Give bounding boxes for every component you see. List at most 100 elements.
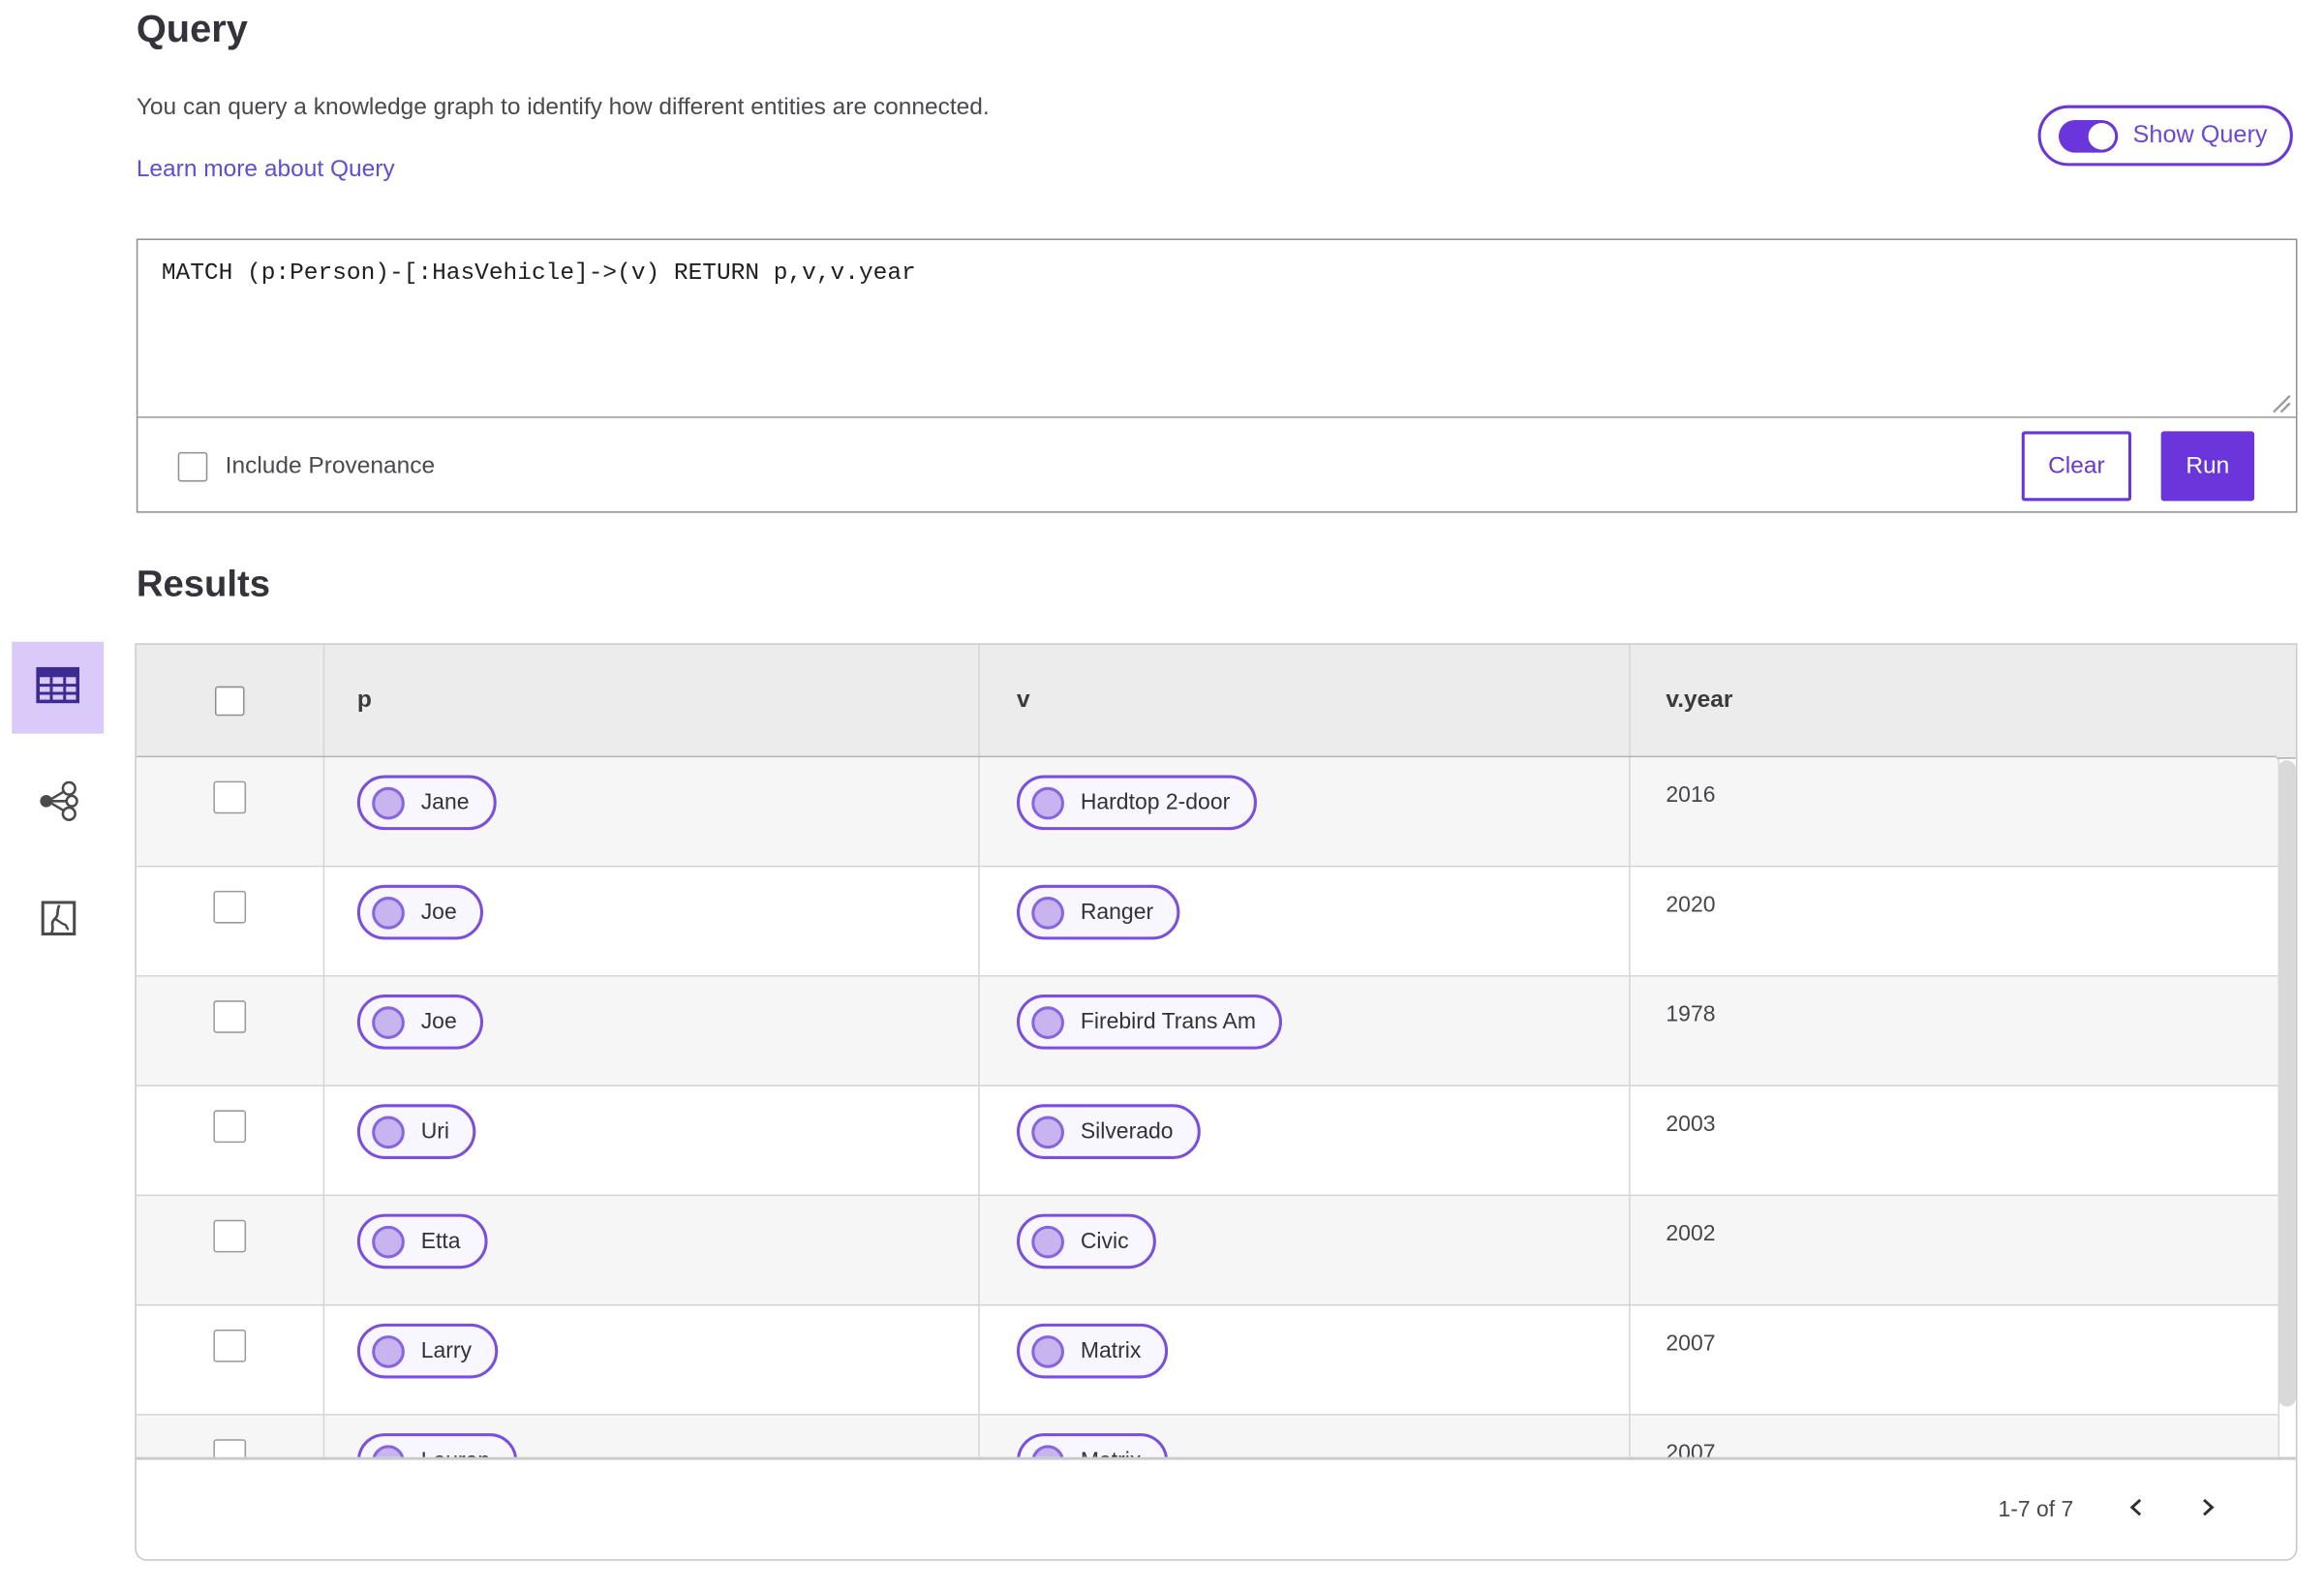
node-icon	[372, 785, 405, 819]
node-icon	[1031, 1005, 1064, 1039]
include-provenance-checkbox[interactable]	[177, 451, 208, 481]
node-icon	[1031, 896, 1064, 929]
node-icon	[1031, 1334, 1064, 1367]
results-footer: 1-7 of 7	[135, 1458, 2298, 1561]
entity-pill-person[interactable]: Larry	[356, 1323, 499, 1379]
toggle-knob	[2088, 122, 2116, 149]
row-cell-p: Lauren	[324, 1415, 980, 1457]
page-description: You can query a knowledge graph to ident…	[136, 94, 990, 120]
entity-pill-person[interactable]: Etta	[356, 1213, 488, 1270]
query-editor-area: MATCH (p:Person)-[:HasVehicle]->(v) RETU…	[138, 239, 2296, 418]
query-textarea[interactable]: MATCH (p:Person)-[:HasVehicle]->(v) RETU…	[138, 239, 2296, 417]
show-query-label: Show Query	[2132, 121, 2268, 149]
row-select-cell	[137, 1415, 325, 1457]
row-cell-p: Joe	[324, 867, 980, 976]
row-cell-v-year: 2020	[1631, 867, 2280, 976]
chevron-right-icon	[2195, 1495, 2218, 1523]
column-header-p: p	[324, 644, 980, 756]
row-select-cell	[137, 976, 325, 1086]
table-row: Lauren Matrix 2007	[136, 1415, 2280, 1457]
row-checkbox[interactable]	[213, 890, 247, 924]
table-icon	[36, 664, 80, 710]
map-icon	[40, 900, 76, 944]
results-title: Results	[136, 563, 271, 605]
graph-view-button[interactable]	[12, 759, 104, 851]
row-cell-p: Larry	[324, 1305, 980, 1415]
scrollbar-header-cap	[2277, 644, 2296, 759]
entity-pill-person[interactable]: Lauren	[356, 1433, 517, 1457]
previous-page-button[interactable]	[2120, 1492, 2156, 1528]
node-icon	[1031, 1115, 1064, 1148]
row-cell-v-year: 2007	[1631, 1305, 2280, 1415]
row-checkbox[interactable]	[213, 780, 247, 814]
map-view-button[interactable]	[12, 876, 104, 968]
node-icon	[372, 896, 405, 929]
node-icon	[1031, 1444, 1064, 1457]
entity-pill-vehicle[interactable]: Matrix	[1016, 1433, 1168, 1457]
entity-pill-person[interactable]: Jane	[356, 775, 497, 831]
node-icon	[372, 1444, 405, 1457]
row-cell-v-year: 2003	[1631, 1086, 2280, 1195]
table-row: Uri Silverado 2003	[136, 1086, 2280, 1197]
row-cell-v: Firebird Trans Am	[980, 976, 1631, 1086]
row-select-cell	[137, 757, 325, 866]
node-icon	[372, 1115, 405, 1148]
column-header-v: v	[980, 644, 1631, 756]
row-select-cell	[137, 1305, 325, 1415]
row-checkbox[interactable]	[213, 1110, 247, 1144]
pagination-range: 1-7 of 7	[1998, 1496, 2074, 1522]
row-cell-v-year: 2002	[1631, 1196, 2280, 1304]
row-cell-v: Matrix	[980, 1305, 1631, 1415]
entity-pill-vehicle[interactable]: Ranger	[1016, 884, 1180, 940]
page: Query You can query a knowledge graph to…	[0, 0, 2324, 1591]
table-scrollbar-track	[2277, 644, 2296, 1457]
query-panel: MATCH (p:Person)-[:HasVehicle]->(v) RETU…	[136, 238, 2298, 513]
row-cell-v-year: 1978	[1631, 976, 2280, 1086]
select-all-checkbox[interactable]	[214, 685, 245, 716]
row-cell-v-year: 2007	[1631, 1415, 2280, 1457]
entity-pill-vehicle[interactable]: Silverado	[1016, 1104, 1201, 1159]
table-header-row: p v v.year	[136, 644, 2280, 758]
entity-pill-vehicle[interactable]: Civic	[1016, 1213, 1156, 1270]
row-cell-v: Civic	[980, 1196, 1631, 1304]
row-checkbox[interactable]	[213, 1329, 247, 1362]
run-button[interactable]: Run	[2160, 431, 2255, 502]
row-cell-v: Ranger	[980, 867, 1631, 976]
show-query-toggle[interactable]: Show Query	[2037, 105, 2293, 167]
resize-grip-icon[interactable]	[2271, 393, 2291, 413]
entity-pill-person[interactable]: Joe	[356, 994, 484, 1050]
include-provenance-label: Include Provenance	[225, 452, 436, 478]
row-select-cell	[137, 1196, 325, 1304]
entity-pill-vehicle[interactable]: Hardtop 2-door	[1016, 775, 1257, 831]
table-view-button[interactable]	[12, 641, 105, 734]
entity-pill-person[interactable]: Joe	[356, 884, 484, 940]
row-cell-p: Joe	[324, 976, 980, 1086]
page-title: Query	[136, 6, 248, 51]
entity-pill-vehicle[interactable]: Matrix	[1016, 1323, 1168, 1379]
row-cell-v: Matrix	[980, 1415, 1631, 1457]
entity-pill-person[interactable]: Uri	[356, 1104, 476, 1159]
clear-button[interactable]: Clear	[2021, 431, 2132, 502]
select-all-cell	[137, 644, 325, 756]
row-cell-v: Hardtop 2-door	[980, 757, 1631, 866]
learn-more-link[interactable]: Learn more about Query	[137, 157, 395, 184]
row-cell-p: Jane	[324, 757, 980, 866]
table-row: Etta Civic 2002	[136, 1196, 2280, 1306]
node-icon	[1031, 785, 1064, 819]
next-page-button[interactable]	[2189, 1492, 2225, 1528]
node-icon	[372, 1225, 405, 1258]
row-checkbox[interactable]	[213, 1000, 247, 1033]
row-checkbox[interactable]	[213, 1439, 247, 1457]
row-cell-p: Etta	[324, 1196, 980, 1304]
table-scrollbar-thumb[interactable]	[2277, 760, 2296, 1407]
results-table: p v v.year Jane Hardtop 2-door 2016 Joe …	[135, 643, 2298, 1459]
entity-pill-vehicle[interactable]: Firebird Trans Am	[1016, 994, 1283, 1050]
node-icon	[372, 1334, 405, 1367]
node-icon	[1031, 1225, 1064, 1258]
row-checkbox[interactable]	[213, 1219, 247, 1253]
results-table-body: Jane Hardtop 2-door 2016 Joe Ranger 2020…	[136, 757, 2296, 1457]
network-icon	[38, 780, 78, 829]
table-row: Jane Hardtop 2-door 2016	[136, 757, 2280, 868]
table-row: Joe Ranger 2020	[136, 867, 2280, 977]
row-select-cell	[137, 867, 325, 976]
